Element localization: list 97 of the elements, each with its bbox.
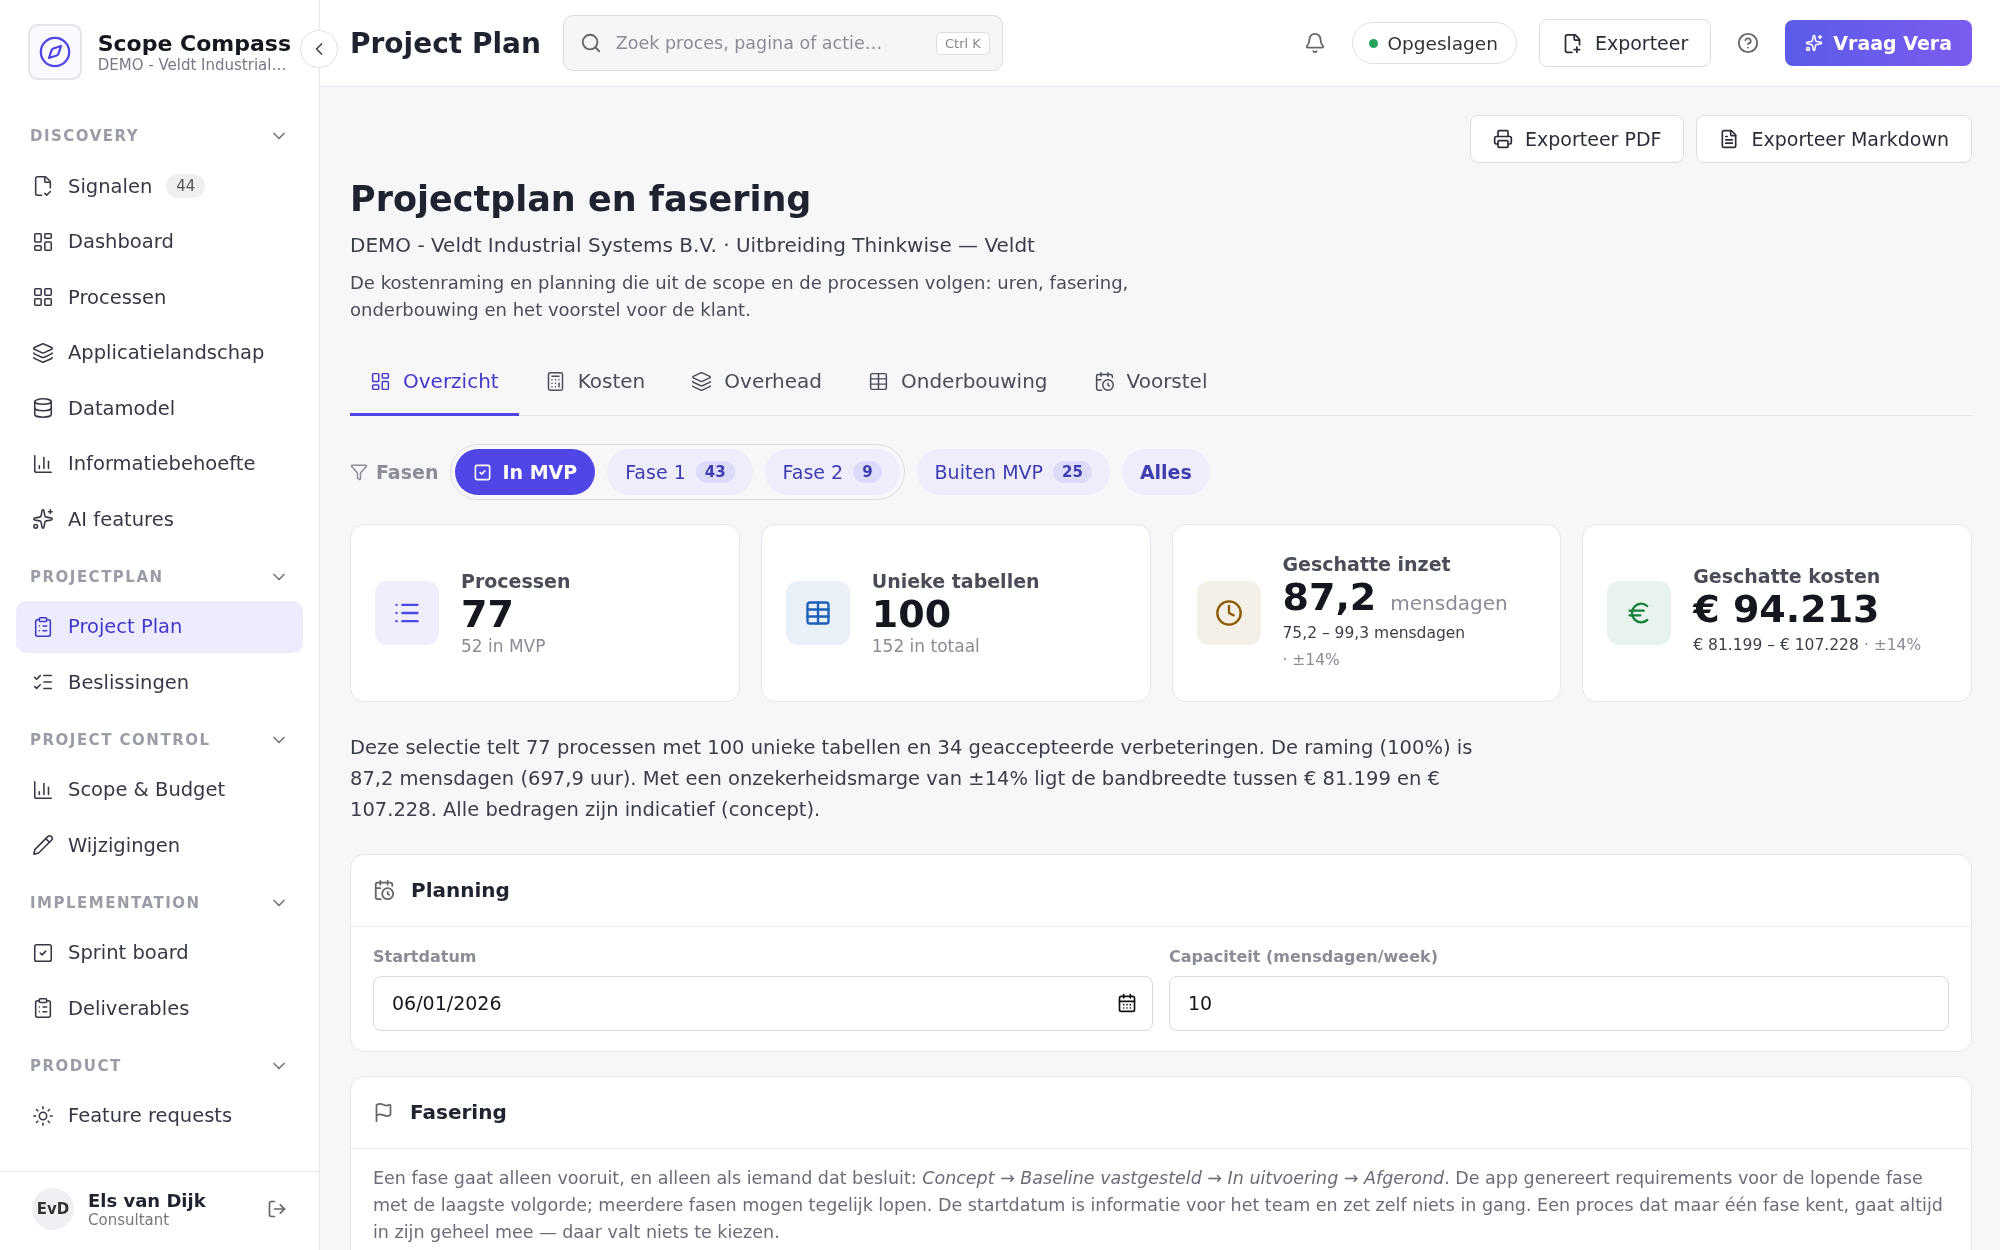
- bell-icon: [1303, 32, 1326, 54]
- sparkles-icon: [1805, 34, 1824, 52]
- filter-icon: [350, 463, 368, 481]
- help-icon: [1737, 32, 1760, 54]
- page-subtitle: DEMO - Veldt Industrial Systems B.V. · Uitbreiding Thinkwise — Veldt: [350, 233, 1036, 257]
- count-badge: 9: [853, 461, 882, 483]
- stat-label: Geschatte inzet: [1282, 552, 1452, 575]
- logout-icon: [267, 1199, 287, 1219]
- shortcut-hint: Ctrl K: [936, 31, 990, 55]
- export-action-button[interactable]: Exporteer PDF: [1470, 115, 1685, 163]
- field-label: Capaciteit (mensdagen/week): [1169, 946, 1439, 966]
- table-icon: [868, 370, 889, 392]
- app-name: Scope Compass: [97, 30, 291, 56]
- filter-chip[interactable]: Alles: [1121, 449, 1210, 495]
- stat-label: Processen: [461, 570, 571, 592]
- assistant-button[interactable]: Vraag Vera: [1785, 20, 1972, 66]
- status-dot: [1368, 38, 1378, 48]
- nav-item[interactable]: Feature requests: [16, 1089, 303, 1142]
- layers-icon: [32, 341, 54, 364]
- dashboard-icon: [370, 370, 391, 392]
- search-bar[interactable]: Zoek proces, pagina of actie… Ctrl K: [562, 15, 1003, 71]
- document-icon: [1719, 129, 1740, 149]
- count-badge: 43: [695, 461, 735, 483]
- stat-detail: 52 in MVP: [461, 636, 547, 656]
- bar-chart-icon: [32, 452, 54, 475]
- export-button[interactable]: Exporteer: [1538, 19, 1712, 67]
- search-field[interactable]: Zoek proces, pagina of actie…: [613, 32, 925, 54]
- checkbox-icon: [32, 941, 54, 964]
- filter-chip[interactable]: Fase 2 9: [764, 449, 900, 495]
- filter-chip[interactable]: Fase 1 43: [607, 449, 753, 495]
- stat-value: 77: [461, 592, 514, 636]
- flag-icon: [373, 1101, 394, 1123]
- nav-item[interactable]: Processen: [16, 271, 303, 323]
- tab[interactable]: Overhead: [671, 351, 842, 416]
- count-badge: 25: [1053, 461, 1092, 483]
- dashboard-icon: [32, 230, 54, 253]
- nav-item[interactable]: Informatiebehoefte: [16, 437, 303, 490]
- database-icon: [32, 397, 54, 419]
- nav-item[interactable]: Signalen 44: [16, 160, 303, 212]
- stat-unit: mensdagen: [1390, 590, 1508, 615]
- summary-text: Deze selectie telt 77 processen met 100 unieke tabellen en 34 geaccepteerde verbeteringen. De raming (100%) is 87,2 mensdagen (697,9 uur). Met een onzekerheidsmarge van ±14% ligt de bandbreedte tussen € 81.199 en € 107.228. Alle bedragen zijn indicatief (concept).: [350, 735, 1474, 824]
- pencil-icon: [32, 834, 54, 856]
- nav-item[interactable]: AI features: [16, 493, 303, 545]
- grid-icon: [32, 286, 54, 308]
- number-field[interactable]: 10: [1169, 975, 1949, 1031]
- tab[interactable]: Voorstel: [1073, 351, 1228, 416]
- sparkles-icon: [32, 508, 54, 530]
- file-check-icon: [32, 175, 54, 197]
- field-label: Startdatum: [373, 946, 478, 966]
- nav-item[interactable]: Applicatielandschap: [16, 326, 303, 379]
- user-avatar: EvD: [32, 1188, 74, 1230]
- user-name: Els van Dijk: [88, 1189, 207, 1211]
- search-icon: [579, 32, 602, 54]
- page-header-title: Project Plan: [350, 26, 541, 60]
- stat-label: Geschatte kosten: [1693, 565, 1882, 588]
- stat-range: 75,2 – 99,3 mensdagen: [1282, 622, 1467, 644]
- nav-item[interactable]: Scope & Budget: [16, 763, 303, 816]
- nav-item[interactable]: Wijzigingen: [16, 819, 303, 871]
- stat-detail: 152 in totaal: [871, 636, 981, 656]
- layers-icon: [691, 370, 713, 392]
- calendar-icon[interactable]: [1117, 992, 1137, 1013]
- tab[interactable]: Kosten: [524, 351, 666, 416]
- nav-item[interactable]: Beslissingen: [16, 656, 303, 708]
- stat-margin: · ±14%: [1863, 636, 1922, 655]
- nav-item[interactable]: Dashboard: [16, 215, 303, 268]
- stat-label: Unieke tabellen: [871, 570, 1040, 592]
- page-description: De kostenraming en planning die uit de scope en de processen volgen: uren, fasering, onderbouwing en het voorstel voor de klant.: [350, 271, 1130, 322]
- stat-value: € 94.213: [1693, 587, 1880, 632]
- bar-chart-icon: [32, 778, 54, 801]
- calendar-icon: [373, 879, 395, 902]
- panel-title: Planning: [411, 878, 510, 903]
- phasing-text: Een fase gaat alleen vooruit, en alleen als iemand dat besluit: Concept → Baseline vastgesteld → In uitvoering → Afgerond. De app genereert requirements voor de lopende fase met de laagste volgorde; meerdere fasen mogen tegelijk lopen. De startdatum is informatie voor het team en zet zelf niets in gang. Een proces dat maar één fase kent, gaat altijd in zijn geheel mee — daar valt niets te kiezen.: [372, 1166, 1944, 1244]
- user-role: Consultant: [88, 1210, 170, 1229]
- nav-item[interactable]: Datamodel: [16, 382, 303, 434]
- printer-icon: [1493, 129, 1513, 149]
- page-title: Projectplan en fasering: [350, 179, 813, 219]
- stat-value: 100: [871, 592, 952, 636]
- export-action-button[interactable]: Exporteer Markdown: [1696, 115, 1972, 163]
- panel-title: Fasering: [410, 1100, 507, 1125]
- nav-item[interactable]: Sprint board: [16, 926, 303, 979]
- date-field[interactable]: 06/01/2026: [373, 975, 1153, 1031]
- nav-item[interactable]: Deliverables: [16, 982, 303, 1034]
- stat-range: € 81.199 – € 107.228: [1693, 636, 1859, 655]
- sun-icon: [32, 1104, 54, 1127]
- filter-chip[interactable]: In MVP: [455, 449, 596, 495]
- compass-icon: [28, 24, 82, 80]
- status-text: Opgeslagen: [1387, 32, 1498, 54]
- filter-label: Fasen: [376, 461, 439, 483]
- tab[interactable]: Onderbouwing: [848, 351, 1068, 416]
- nav-item[interactable]: Project Plan: [16, 600, 303, 653]
- tab[interactable]: Overzicht: [350, 351, 519, 416]
- check-icon: [473, 462, 493, 482]
- stat-margin: · ±14%: [1282, 650, 1341, 672]
- count-badge: 44: [166, 174, 206, 198]
- stat-value: 87,2: [1282, 574, 1377, 619]
- filter-chip[interactable]: Buiten MVP 25: [916, 449, 1110, 495]
- workspace-name: DEMO - Veldt Industrial…: [97, 55, 288, 74]
